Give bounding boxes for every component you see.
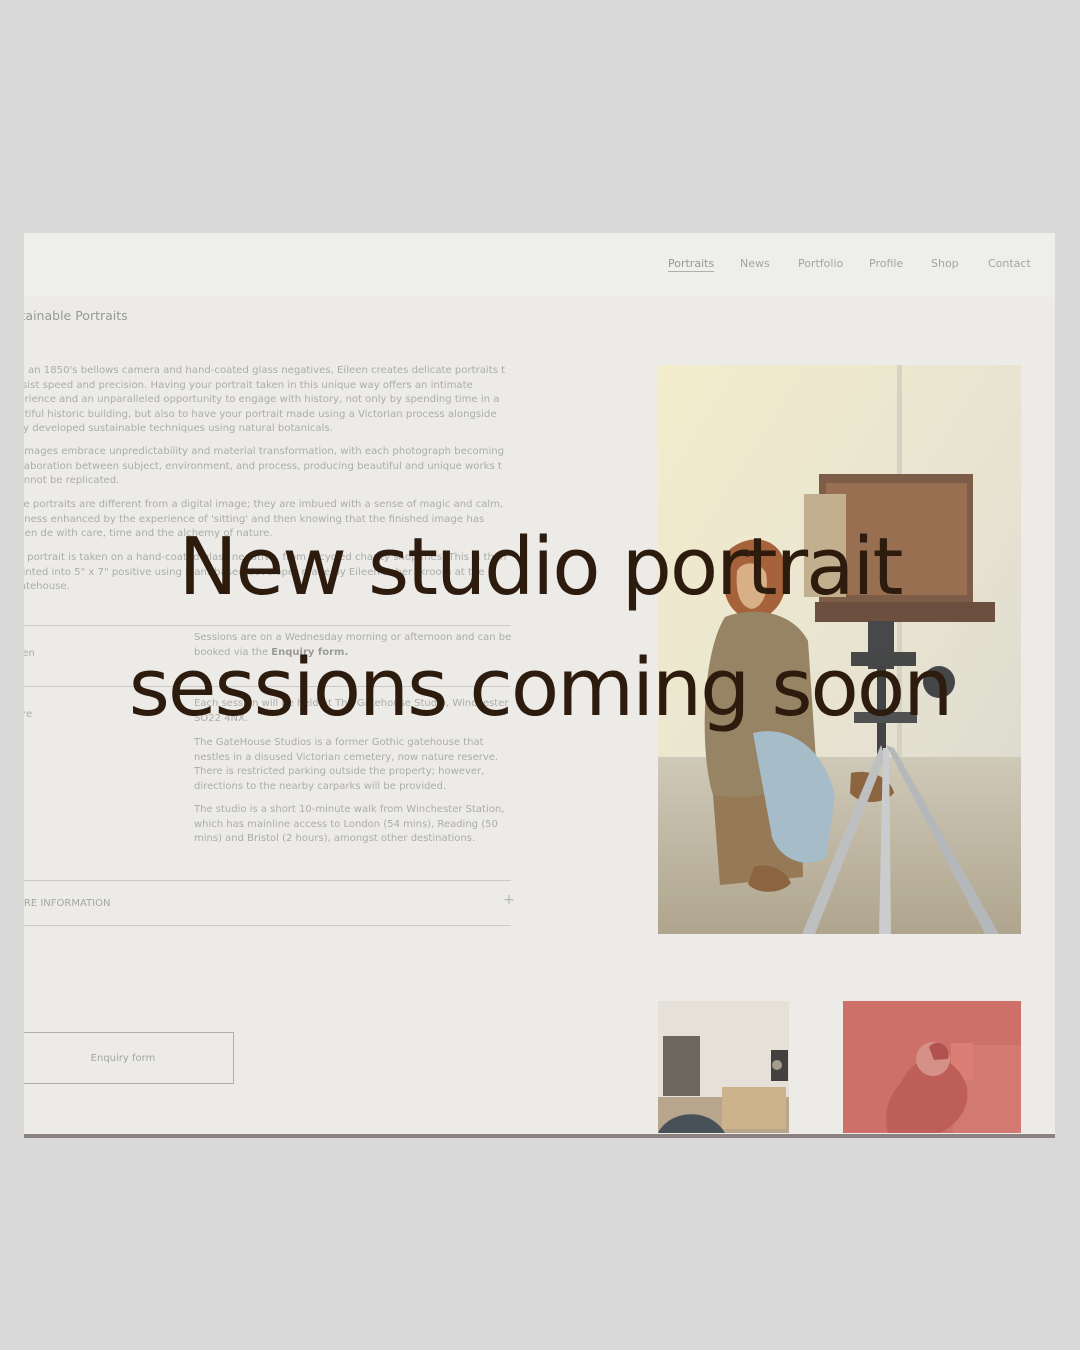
process-paragraph: e images embrace unpredictability and ma… [24,446,505,487]
plus-icon[interactable]: + [502,893,516,907]
intro-paragraph: ng an 1850's bellows camera and hand-coa… [24,365,506,435]
page: { "headline": "New studio portrait sessi… [0,0,1080,1350]
where-label: ere [24,709,33,720]
more-information-toggle[interactable]: ORE INFORMATION [24,898,110,909]
nav-portfolio[interactable]: Portfolio [798,257,843,270]
page-heading: stainable Portraits [24,308,128,323]
coming-soon-headline: New studio portrait sessions coming soon [128,521,954,734]
nav-contact[interactable]: Contact [988,257,1031,270]
darkroom-photo [843,1001,1021,1133]
darkroom-illustration [843,1001,1021,1133]
nav-news[interactable]: News [740,257,770,270]
section-divider [24,880,511,881]
nav-profile[interactable]: Profile [869,257,903,270]
where-travel-paragraph: The studio is a short 10-minute walk fro… [194,804,505,845]
nav-shop[interactable]: Shop [931,257,959,270]
studio-interior-illustration [658,1001,789,1133]
nav-portraits[interactable]: Portraits [668,257,715,272]
studio-interior-photo [658,1001,789,1133]
top-navigation: Portraits News Portfolio Profile Shop Co… [24,233,1055,297]
when-label: hen [24,648,35,659]
enquiry-form-button[interactable]: Enquiry form [24,1032,234,1084]
section-divider [24,925,511,926]
